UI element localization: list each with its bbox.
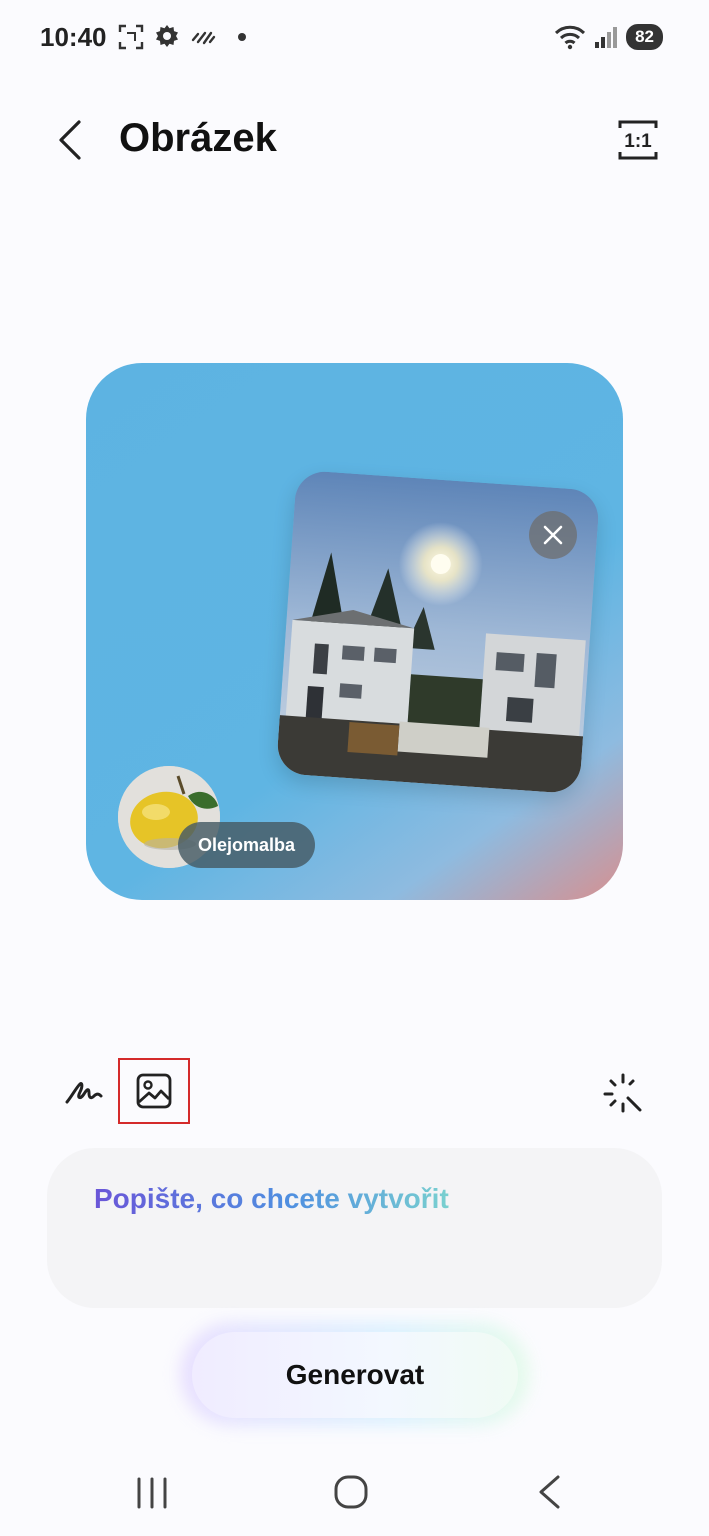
- close-icon: [543, 525, 563, 545]
- wifi-icon: [555, 25, 586, 50]
- aspect-ratio-label: 1:1: [624, 131, 652, 152]
- prompt-placeholder: Popište, co chcete vytvořit: [94, 1183, 449, 1214]
- sparkle-button[interactable]: [602, 1072, 644, 1114]
- page-title: Obrázek: [119, 116, 277, 160]
- recent-apps-icon: [137, 1477, 167, 1509]
- navigation-bar: [0, 1450, 709, 1536]
- image-tool-button[interactable]: [118, 1058, 190, 1124]
- aspect-ratio-button[interactable]: 1:1: [616, 118, 660, 162]
- draw-tool-button[interactable]: [64, 1072, 104, 1112]
- nav-back-button[interactable]: [534, 1474, 564, 1510]
- gear-icon: [156, 25, 178, 47]
- home-icon: [334, 1475, 368, 1509]
- generate-button[interactable]: Generovat: [192, 1332, 518, 1418]
- screenshot-icon: [118, 24, 144, 50]
- handwriting-icon: [65, 1082, 103, 1104]
- style-chip[interactable]: Olejomalba: [178, 822, 316, 868]
- back-button[interactable]: [48, 112, 92, 168]
- back-icon: [539, 1475, 560, 1509]
- prompt-input[interactable]: Popište, co chcete vytvořit: [47, 1148, 662, 1308]
- image-icon: [136, 1073, 172, 1109]
- home-button[interactable]: [333, 1474, 369, 1510]
- notification-dot: [238, 33, 246, 41]
- battery-icon: 82: [626, 24, 663, 50]
- status-right-icons: 82: [554, 24, 663, 50]
- data-saver-icon: [191, 31, 216, 45]
- signal-icon: [595, 27, 618, 48]
- remove-photo-button[interactable]: [529, 511, 577, 559]
- sparkle-icon: [603, 1073, 642, 1113]
- status-left-icons: [118, 24, 246, 50]
- aspect-ratio-icon: 1:1: [618, 120, 658, 160]
- status-time: 10:40: [40, 22, 107, 52]
- status-bar: 10:40 82: [0, 0, 709, 80]
- recent-apps-button[interactable]: [134, 1476, 170, 1510]
- chevron-left-icon: [59, 120, 81, 160]
